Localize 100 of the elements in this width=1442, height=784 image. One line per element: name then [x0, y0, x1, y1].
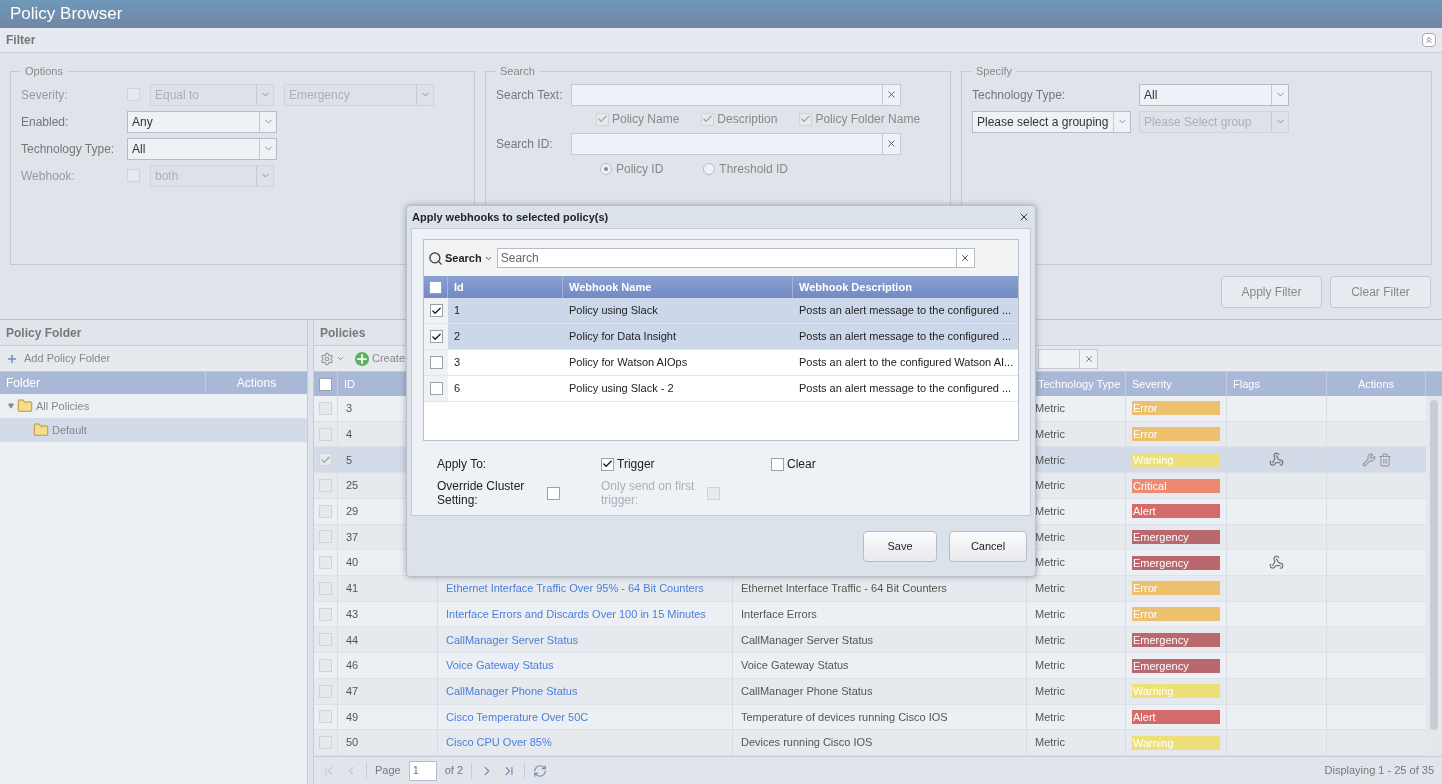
webhook-row[interactable]: 1 Policy using Slack Posts an alert message to the configured ... — [424, 298, 1018, 324]
table-row[interactable]: 46 Voice Gateway Status Voice Gateway Status Metric Emergency — [314, 653, 1426, 679]
column-header[interactable]: ID — [344, 375, 355, 393]
radio-button[interactable] — [600, 162, 612, 175]
table-cell-text: Posts an alert message to the configured ... — [799, 381, 1012, 397]
webhook-row[interactable]: 6 Policy using Slack - 2 Posts an alert message to the configured ... — [424, 376, 1018, 402]
checkbox[interactable] — [596, 112, 609, 126]
column-header[interactable]: Actions — [236, 374, 277, 392]
dialog-button[interactable]: Save — [863, 530, 937, 562]
row-checkbox[interactable] — [429, 330, 443, 343]
checkbox[interactable] — [547, 486, 560, 500]
radio-label: Policy ID — [616, 160, 664, 178]
refresh-icon[interactable] — [533, 763, 548, 778]
table-cell-text: 3 — [454, 355, 461, 371]
policy-link[interactable]: Interface Errors and Discards Over 100 in 15 Minutes — [446, 605, 706, 623]
table-cell-text: Metric — [1035, 658, 1065, 674]
row-checkbox[interactable] — [319, 659, 332, 673]
table-cell-text: 47 — [346, 684, 359, 699]
table-cell-text: 40 — [346, 555, 359, 571]
dropdown[interactable]: Please select a grouping — [972, 110, 1131, 133]
clear-icon[interactable] — [886, 138, 897, 149]
table-cell-text: Policy for Data Insight — [569, 329, 676, 345]
policy-link[interactable]: Cisco Temperature Over 50C — [446, 708, 589, 726]
collapse-button[interactable] — [1422, 33, 1436, 47]
row-checkbox[interactable] — [319, 710, 332, 724]
delete-icon[interactable] — [1377, 452, 1392, 467]
scrollbar[interactable] — [1426, 396, 1442, 756]
dropdown[interactable]: All — [1139, 83, 1289, 106]
policy-link[interactable]: Voice Gateway Status — [446, 657, 554, 674]
clear-icon[interactable] — [886, 89, 897, 100]
clear-icon[interactable] — [1083, 353, 1094, 364]
field-label: Webhook: — [21, 167, 76, 185]
text-field[interactable] — [571, 83, 901, 106]
column-header[interactable]: Webhook Description — [799, 278, 912, 296]
table-row[interactable]: 43 Interface Errors and Discards Over 100 in 15 Minutes Interface Errors Metric Error — [314, 601, 1426, 628]
table-cell-text: 46 — [346, 658, 359, 674]
window-title: Policy Browser — [10, 3, 123, 26]
column-header[interactable]: Actions — [1357, 375, 1395, 393]
row-checkbox[interactable] — [319, 401, 332, 415]
checkbox[interactable] — [799, 112, 813, 126]
table-row[interactable]: 49 Cisco Temperature Over 50C Temperature of devices running Cisco IOS Metric Alert — [314, 704, 1426, 731]
column-header[interactable]: Folder — [6, 374, 40, 392]
row-checkbox[interactable] — [319, 556, 332, 570]
filter-button[interactable]: Clear Filter — [1330, 276, 1431, 308]
row-checkbox[interactable] — [429, 304, 443, 317]
search-field[interactable]: Search — [496, 248, 957, 268]
column-header[interactable]: Flags — [1233, 375, 1260, 393]
tree-item[interactable]: All Policies — [0, 394, 307, 418]
webhook-row[interactable]: 2 Policy for Data Insight Posts an alert message to the configured ... — [424, 324, 1018, 350]
row-checkbox[interactable] — [319, 607, 332, 621]
table-row[interactable]: 50 Cisco CPU Over 85% Devices running Cisco IOS Metric Warning — [314, 730, 1426, 757]
policy-link[interactable]: CallManager Server Status — [446, 631, 579, 649]
row-checkbox[interactable] — [319, 504, 332, 518]
close-icon[interactable] — [1018, 211, 1030, 223]
tree-item[interactable]: Default — [0, 418, 307, 442]
column-header[interactable]: Technology Type — [1038, 375, 1121, 393]
column-header[interactable]: Severity — [1132, 375, 1172, 393]
dialog-button[interactable]: Cancel — [949, 530, 1027, 562]
table-cell-text: 4 — [346, 426, 353, 442]
select-all-checkbox[interactable] — [429, 280, 442, 294]
table-row[interactable]: 44 CallManager Server Status CallManager Server Status Metric Emergency — [314, 627, 1426, 654]
text-field[interactable] — [571, 132, 901, 155]
checkbox-label: Trigger — [617, 456, 655, 473]
plus-icon — [355, 351, 369, 366]
search-menu-button[interactable]: Search — [428, 249, 493, 267]
radio-button[interactable] — [703, 162, 716, 175]
severity-badge: Warning — [1132, 735, 1220, 750]
field-label: Severity: — [21, 86, 69, 104]
search-field[interactable] — [1038, 348, 1098, 369]
caret-icon — [336, 354, 345, 363]
table-cell-text: 49 — [346, 709, 359, 725]
policy-link[interactable]: Cisco CPU Over 85% — [446, 734, 552, 751]
column-header[interactable]: Id — [454, 278, 464, 296]
checkbox[interactable] — [771, 457, 784, 471]
column-header[interactable]: Webhook Name — [569, 278, 652, 296]
page-label: Page — [375, 763, 401, 779]
row-checkbox[interactable] — [429, 382, 443, 395]
policy-link[interactable]: CallManager Phone Status — [446, 683, 578, 700]
table-cell-text: 5 — [346, 452, 353, 468]
page-field[interactable]: 1 — [408, 760, 437, 781]
dropdown[interactable]: Any — [127, 110, 277, 133]
checkbox[interactable] — [701, 112, 715, 126]
settings-menu-button[interactable] — [320, 351, 345, 366]
webhook-row[interactable]: 3 Policy for Watson AIOps Posts an alert to the configured Watson AI... — [424, 350, 1018, 376]
policy-link[interactable]: Ethernet Interface Traffic Over 95% - 64 Bit Counters — [446, 580, 704, 597]
table-cell-text: Metric — [1035, 504, 1065, 519]
table-row[interactable]: 47 CallManager Phone Status CallManager Phone Status Metric Warning — [314, 678, 1426, 705]
panel-title: Policies — [320, 324, 366, 342]
edit-icon[interactable] — [1361, 452, 1376, 467]
expander-icon[interactable] — [8, 403, 14, 409]
select-all-checkbox[interactable] — [319, 377, 332, 391]
page-count: of 2 — [444, 763, 464, 779]
create-button[interactable]: Create — [355, 350, 406, 367]
row-checkbox[interactable] — [429, 356, 443, 369]
table-row[interactable]: 41 Ethernet Interface Traffic Over 95% - 64 Bit Counters Ethernet Interface Traffic - 64 Bit Counters Metric Error — [314, 576, 1426, 602]
checkbox[interactable] — [601, 457, 614, 471]
row-checkbox[interactable] — [319, 453, 332, 467]
dropdown[interactable]: All — [127, 137, 277, 160]
filter-button[interactable]: Apply Filter — [1221, 276, 1322, 308]
table-cell-text: 37 — [346, 529, 359, 545]
